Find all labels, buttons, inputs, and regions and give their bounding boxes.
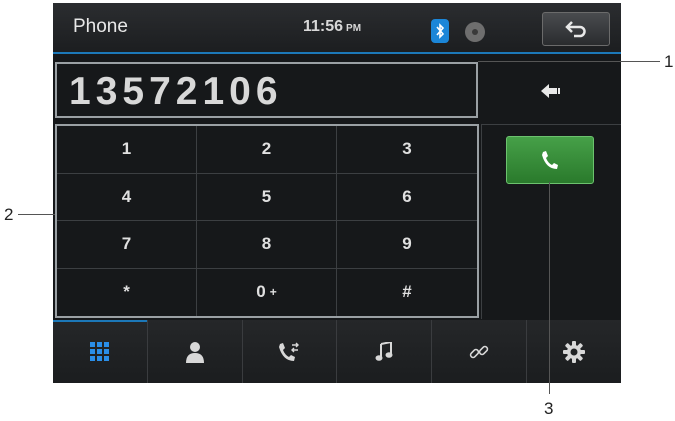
keypad: 1 2 3 4 5 6 7 8 9 * 0 + #	[55, 124, 479, 318]
callout-line-2	[18, 214, 55, 215]
key-2[interactable]: 2	[197, 126, 337, 174]
tab-bar	[53, 320, 621, 383]
settings-icon	[563, 340, 586, 363]
key-7[interactable]: 7	[57, 221, 197, 269]
key-9[interactable]: 9	[337, 221, 477, 269]
tab-link[interactable]	[432, 320, 528, 383]
bluetooth-icon	[431, 19, 449, 43]
key-3[interactable]: 3	[337, 126, 477, 174]
phone-screen: Phone 11:56 PM 13572106 1 2 3 4 5 6 7 8 9…	[53, 3, 621, 383]
status-bar: Phone 11:56 PM	[53, 3, 621, 54]
backspace-icon	[540, 84, 560, 98]
key-5[interactable]: 5	[197, 173, 337, 221]
key-6[interactable]: 6	[337, 174, 477, 221]
call-history-icon	[278, 342, 299, 361]
tab-contacts[interactable]	[148, 320, 243, 383]
tab-call-history[interactable]	[243, 320, 338, 383]
tab-keypad[interactable]	[53, 320, 148, 383]
dialed-number: 13572106	[69, 70, 283, 113]
callout-label-1: 1	[664, 52, 674, 71]
link-icon	[470, 345, 489, 358]
clock: 11:56 PM	[303, 18, 361, 36]
clock-time: 11:56	[303, 18, 344, 35]
key-4[interactable]: 4	[57, 173, 197, 221]
callout-line-3	[549, 182, 550, 394]
number-display: 13572106	[55, 62, 478, 118]
callout-label-2: 2	[4, 205, 14, 224]
backspace-button[interactable]	[480, 60, 621, 122]
key-star[interactable]: *	[57, 268, 197, 316]
key-hash[interactable]: #	[337, 269, 477, 317]
key-0[interactable]: 0 +	[197, 268, 337, 316]
music-icon	[375, 341, 393, 361]
key-1[interactable]: 1	[57, 126, 197, 174]
key-0-plus: +	[269, 285, 277, 300]
phone-call-icon	[542, 151, 558, 169]
contacts-icon	[185, 341, 204, 363]
tab-music[interactable]	[337, 320, 433, 383]
keypad-icon	[89, 341, 109, 361]
back-button[interactable]	[542, 12, 610, 46]
tab-settings[interactable]	[527, 320, 621, 383]
back-arrow-icon	[565, 21, 586, 38]
callout-label-3: 3	[544, 399, 554, 418]
call-button[interactable]	[506, 136, 594, 184]
clock-ampm: PM	[346, 23, 362, 34]
callout-line-1	[478, 61, 660, 62]
disc-icon	[465, 22, 485, 42]
key-8[interactable]: 8	[197, 221, 337, 269]
app-title: Phone	[73, 16, 128, 37]
